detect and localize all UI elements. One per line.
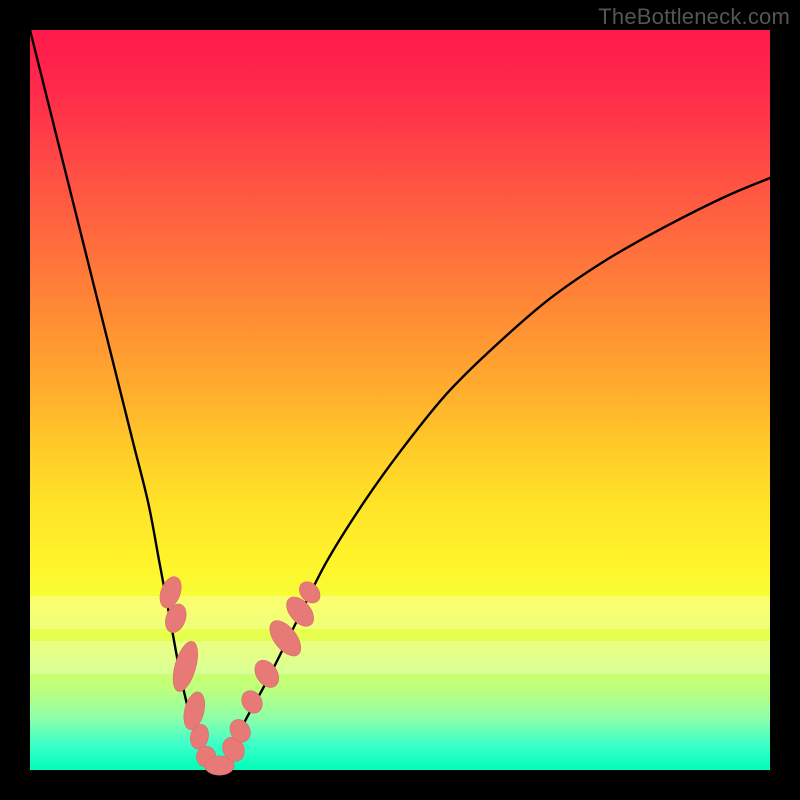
curve-layer — [30, 30, 770, 770]
bottleneck-curve — [30, 30, 770, 770]
data-marker — [168, 639, 202, 695]
watermark-text: TheBottleneck.com — [598, 4, 790, 30]
data-markers — [156, 574, 324, 775]
data-marker — [250, 656, 284, 692]
chart-frame: TheBottleneck.com — [0, 0, 800, 800]
